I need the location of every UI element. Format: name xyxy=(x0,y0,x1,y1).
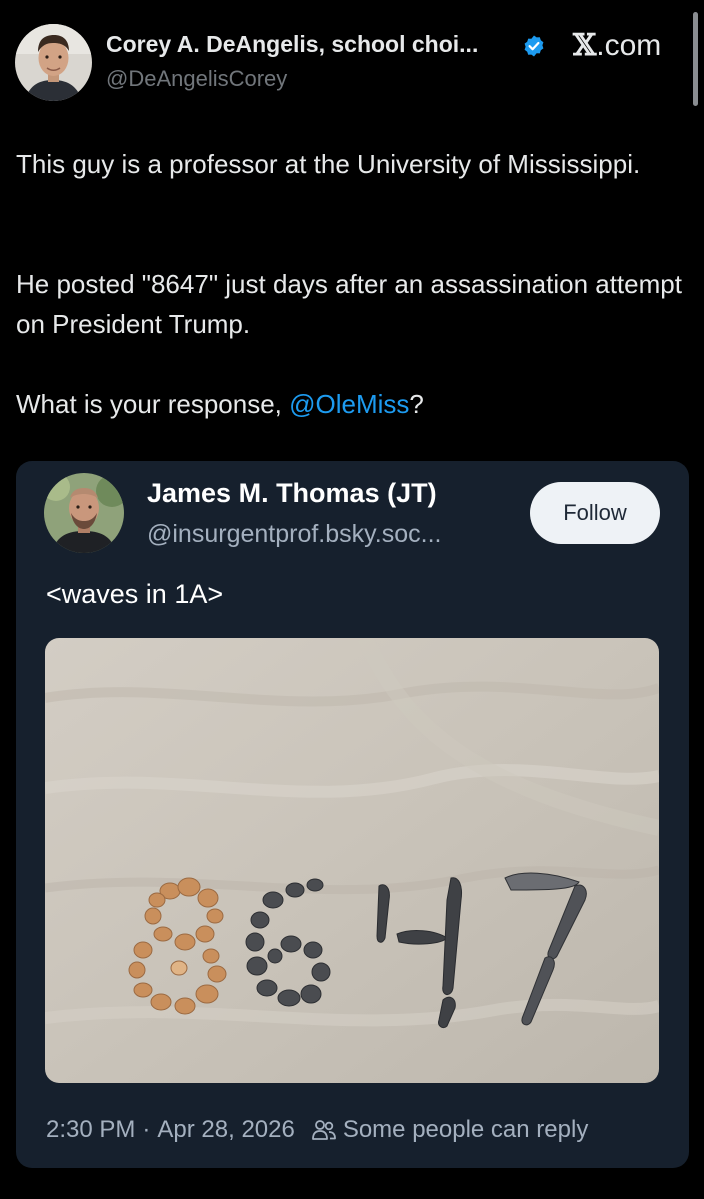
tweet-paragraph: What is your response, @OleMiss? xyxy=(16,384,688,424)
tweet-paragraph: He posted "8647" just days after an assa… xyxy=(16,269,682,339)
post-meta: 2:30 PM · Apr 28, 2026 Some people can r… xyxy=(46,1116,588,1144)
tweet-paragraph: This guy is a professor at the Universit… xyxy=(16,149,641,179)
meta-separator: · xyxy=(142,1116,151,1143)
brand-label: 𝕏.com xyxy=(573,28,661,63)
embed-post-text: <waves in 1A> xyxy=(46,579,224,609)
x-logo-icon: 𝕏 xyxy=(573,28,597,63)
beach-sand-8647-photo[interactable] xyxy=(45,638,659,1083)
tweet-text-segment: ? xyxy=(409,389,424,419)
mention-link[interactable]: @OleMiss xyxy=(289,389,409,419)
people-icon xyxy=(311,1120,336,1140)
embed-author-handle[interactable]: @insurgentprof.bsky.soc... xyxy=(147,520,441,549)
post-date[interactable]: Apr 28, 2026 xyxy=(157,1116,294,1144)
post-time[interactable]: 2:30 PM xyxy=(46,1116,135,1144)
embedded-post-card[interactable]: James M. Thomas (JT) @insurgentprof.bsky… xyxy=(16,461,689,1168)
author-avatar[interactable] xyxy=(15,24,92,101)
follow-button[interactable]: Follow xyxy=(530,482,660,544)
verified-badge-icon xyxy=(524,35,544,57)
brand-suffix: .com xyxy=(596,29,662,62)
embed-author-name[interactable]: James M. Thomas (JT) xyxy=(147,478,437,509)
author-handle[interactable]: @DeAngelisCorey xyxy=(106,66,287,92)
embed-author-avatar[interactable] xyxy=(44,473,124,553)
reply-setting-label[interactable]: Some people can reply xyxy=(343,1116,588,1144)
tweet-text-segment: What is your response, xyxy=(16,389,290,419)
scrollbar[interactable] xyxy=(693,12,698,106)
author-name[interactable]: Corey A. DeAngelis, school choi... xyxy=(106,31,478,58)
